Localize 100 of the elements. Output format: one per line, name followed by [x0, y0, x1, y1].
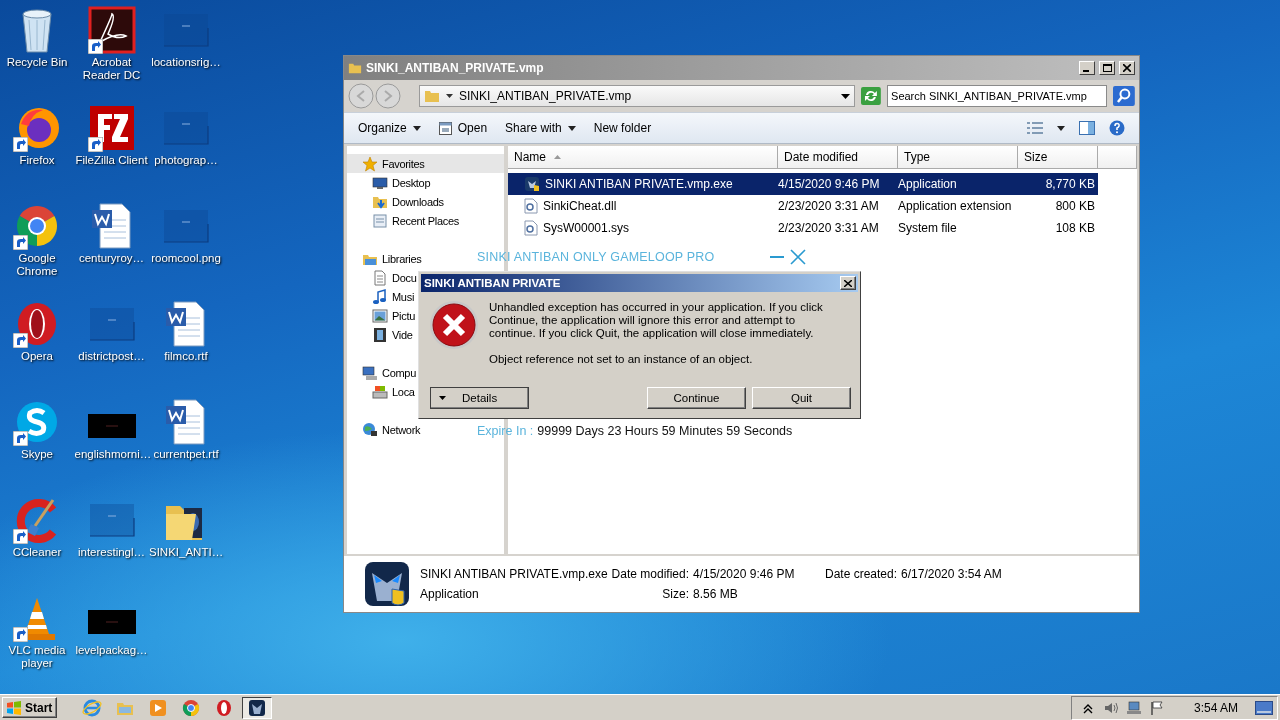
window-title: SINKI_ANTIBAN_PRIVATE.vmp [366, 61, 545, 75]
nav-item[interactable]: Loca [372, 382, 415, 401]
close-icon [1123, 64, 1131, 72]
desktop-shortcut[interactable]: Google Chrome [0, 202, 74, 300]
detail-text: Application [420, 587, 480, 601]
desktop-shortcut[interactable]: Recycle Bin [0, 6, 74, 104]
maximize-icon [1102, 64, 1112, 72]
nav-item[interactable]: Desktop [372, 173, 431, 192]
toolbar-button[interactable]: Open [438, 121, 488, 135]
column-header[interactable]: Name [508, 146, 778, 169]
detail-text: Date modified: [611, 567, 689, 581]
nav-item[interactable]: Vide [372, 325, 413, 344]
dialog-button[interactable]: Quit [752, 387, 851, 409]
app-icon [364, 561, 410, 607]
nav-item[interactable]: Favorites [347, 154, 504, 173]
refresh-icon[interactable] [861, 87, 882, 105]
maximize-button[interactable] [1099, 61, 1115, 75]
image-icon [372, 307, 388, 324]
desktop-shortcut[interactable]: Firefox [0, 104, 74, 202]
windows-logo-icon [6, 700, 22, 715]
nav-item[interactable]: Network [362, 420, 421, 439]
search-icon[interactable] [1113, 86, 1135, 106]
preview-pane-icon[interactable] [1079, 121, 1095, 135]
error-message: Unhandled exception has occurred in your application. If you click Continue, the application will ignore this error and attempt to continue. If you click Quit, the application will close immediately. [489, 301, 824, 340]
nav-item[interactable]: Pictu [372, 306, 415, 325]
address-bar[interactable]: SINKI_ANTIBAN_PRIVATE.vmp [418, 85, 856, 107]
details-button[interactable]: Details [430, 387, 529, 409]
show-desktop-icon[interactable] [1255, 700, 1273, 715]
browser-icon [82, 697, 103, 718]
desktop-shortcut[interactable]: locationsrig… [149, 6, 223, 104]
expire-value: 99999 Days 23 Hours 59 Minutes 59 Seconds [537, 424, 793, 438]
nav-item[interactable]: Musi [372, 287, 415, 306]
desktop-shortcut[interactable]: englishmorni… [74, 398, 149, 496]
start-button[interactable]: Start [2, 697, 58, 718]
close-button[interactable] [1119, 61, 1135, 75]
column-header[interactable]: Type [898, 146, 1018, 169]
folder-icon [423, 88, 440, 104]
desktop-shortcut[interactable]: CCleaner [0, 496, 74, 594]
desktop-shortcut[interactable]: currentpet.rtf [149, 398, 223, 496]
desktop-shortcut[interactable]: Skype [0, 398, 74, 496]
folder-icon [348, 61, 362, 75]
column-header[interactable]: Size [1018, 146, 1098, 169]
desktop-shortcut[interactable]: Acrobat Reader DC [74, 6, 149, 104]
desktop-shortcut[interactable]: FileZilla Client [74, 104, 149, 202]
document-icon [372, 269, 388, 286]
nav-item[interactable]: Docu [372, 268, 417, 287]
column-header[interactable]: Date modified [778, 146, 898, 169]
minimize-button[interactable] [1079, 61, 1095, 75]
nav-item[interactable]: Recent Places [372, 211, 460, 230]
file-row[interactable]: SinkiCheat.dll 2/23/2020 3:31 AM Application extension 800 KB [508, 195, 1098, 217]
monitor-icon [372, 174, 388, 191]
dialog-button[interactable]: Continue [647, 387, 746, 409]
file-row[interactable]: SINKI ANTIBAN PRIVATE.vmp.exe 4/15/2020 9:46 PM Application 8,770 KB [508, 173, 1098, 195]
error-icon [429, 300, 479, 350]
flag-icon[interactable] [1148, 699, 1165, 716]
help-icon[interactable] [1109, 120, 1125, 136]
clock[interactable]: 3:54 AM [1193, 700, 1238, 715]
desktop-shortcut[interactable]: filmco.rtf [149, 300, 223, 398]
desktop-shortcut[interactable]: centuryroy… [74, 202, 149, 300]
close-icon[interactable] [789, 248, 807, 266]
search-field[interactable]: Search SINKI_ANTIBAN_PRIVATE.vmp [887, 85, 1108, 107]
film-icon [372, 326, 388, 343]
detail-text: SINKI ANTIBAN PRIVATE.vmp.exe [420, 567, 608, 581]
nav-item[interactable]: Compu [362, 363, 416, 382]
desktop-shortcut[interactable]: districtpost… [74, 300, 149, 398]
file-row[interactable]: SysW00001.sys 2/23/2020 3:31 AM System file 108 KB [508, 217, 1098, 239]
detail-text: Size: [661, 587, 689, 601]
taskbar-button[interactable] [242, 696, 273, 719]
app-title: SINKI ANTIBAN ONLY GAMELOOP PRO [477, 250, 715, 264]
nav-item[interactable]: Libraries [362, 249, 422, 268]
star-icon [362, 155, 378, 172]
desktop-shortcut[interactable]: roomcool.png [149, 202, 223, 300]
caret-icon[interactable] [1057, 125, 1065, 131]
close-button[interactable] [840, 276, 856, 290]
caret-icon [567, 125, 576, 131]
pdf-reader-icon [87, 6, 136, 54]
detail-text: 4/15/2020 9:46 PM [693, 567, 796, 581]
toolbar-button[interactable]: New folder [593, 121, 652, 135]
nav-item[interactable]: Downloads [372, 192, 444, 211]
computer-icon [362, 364, 378, 381]
detail-text: Date created: [825, 567, 898, 581]
list-view-icon[interactable] [1027, 122, 1043, 134]
detail-text: 6/17/2020 3:54 AM [901, 567, 1002, 581]
close-icon [844, 279, 852, 287]
globe-icon [362, 421, 378, 438]
detail-text: 8.56 MB [693, 587, 739, 601]
toolbar-button[interactable]: Share with [505, 121, 576, 135]
dialog-title: SINKI ANTIBAN PRIVATE [424, 277, 561, 289]
dropdown-icon[interactable] [841, 93, 851, 99]
network-icon[interactable] [1125, 699, 1142, 716]
desktop-shortcut[interactable]: photograp… [149, 104, 223, 202]
sort-arrow-icon [554, 155, 561, 159]
desktop-shortcut[interactable]: VLC media player [0, 594, 74, 692]
caret-icon [445, 94, 453, 98]
disk-drive-icon [372, 383, 388, 400]
expire-label: Expire In : [477, 424, 534, 438]
toolbar-button[interactable]: Organize [358, 121, 421, 135]
ftp-client-icon [87, 104, 136, 152]
desktop-shortcut[interactable]: interestingl… [74, 496, 149, 594]
desktop-shortcut[interactable]: Opera [0, 300, 74, 398]
